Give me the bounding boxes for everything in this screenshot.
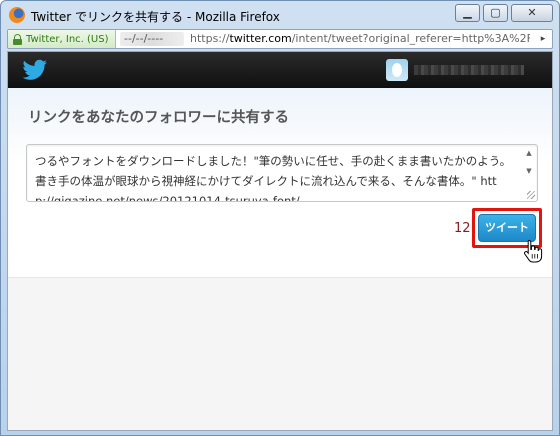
blurred-username <box>414 65 524 75</box>
character-counter: 12 <box>454 221 471 236</box>
url-prefix: https:// <box>190 32 230 45</box>
site-identity-button[interactable]: Twitter, Inc. (US) <box>8 30 116 48</box>
scroll-up-icon[interactable]: ▲ <box>524 149 534 157</box>
window-title: Twitter でリンクを共有する - Mozilla Firefox <box>31 10 280 24</box>
url-text[interactable]: https://twitter.com/intent/tweet?origina… <box>190 32 530 45</box>
title-bar[interactable]: Twitter でリンクを共有する - Mozilla Firefox ▁ ▢ … <box>1 1 559 29</box>
page-content: リンクをあなたのフォロワーに共有する つるやフォントをダウンロードしました！"筆… <box>7 51 553 431</box>
url-bar[interactable]: Twitter, Inc. (US) --/--/---- https://tw… <box>7 29 553 49</box>
lock-icon <box>13 33 22 45</box>
twitter-header <box>8 52 552 88</box>
blurred-url-segment: --/--/---- <box>120 32 184 46</box>
user-avatar[interactable] <box>386 59 408 81</box>
close-button[interactable]: ✕ <box>511 4 553 22</box>
scroll-down-icon[interactable]: ▼ <box>524 167 534 175</box>
firefox-logo-icon <box>9 7 25 23</box>
url-host: twitter.com <box>229 32 292 45</box>
url-path: /intent/tweet?original_referer=http%3A%2… <box>291 32 530 45</box>
tweet-button[interactable]: ツイート <box>478 214 536 242</box>
browser-window: Twitter でリンクを共有する - Mozilla Firefox ▁ ▢ … <box>0 0 560 436</box>
page-title: リンクをあなたのフォロワーに共有する <box>28 110 289 126</box>
minimize-button[interactable]: ▁ <box>455 4 480 22</box>
resize-grip-icon[interactable] <box>527 191 535 199</box>
maximize-button[interactable]: ▢ <box>483 4 508 22</box>
site-identity-label: Twitter, Inc. (US) <box>26 33 109 45</box>
tweet-textarea[interactable]: つるやフォントをダウンロードしました！"筆の勢いに任せ、手の赴くまま書いたかのよ… <box>26 144 538 202</box>
tweet-text[interactable]: つるやフォントをダウンロードしました！"筆の勢いに任せ、手の赴くまま書いたかのよ… <box>35 151 515 201</box>
twitter-bird-icon[interactable] <box>22 59 48 81</box>
share-panel: リンクをあなたのフォロワーに共有する つるやフォントをダウンロードしました！"筆… <box>8 88 552 278</box>
url-scroll-arrow-icon[interactable]: ▸ <box>536 31 550 47</box>
hand-cursor-icon <box>524 239 543 263</box>
window-controls: ▁ ▢ ✕ <box>455 4 553 22</box>
